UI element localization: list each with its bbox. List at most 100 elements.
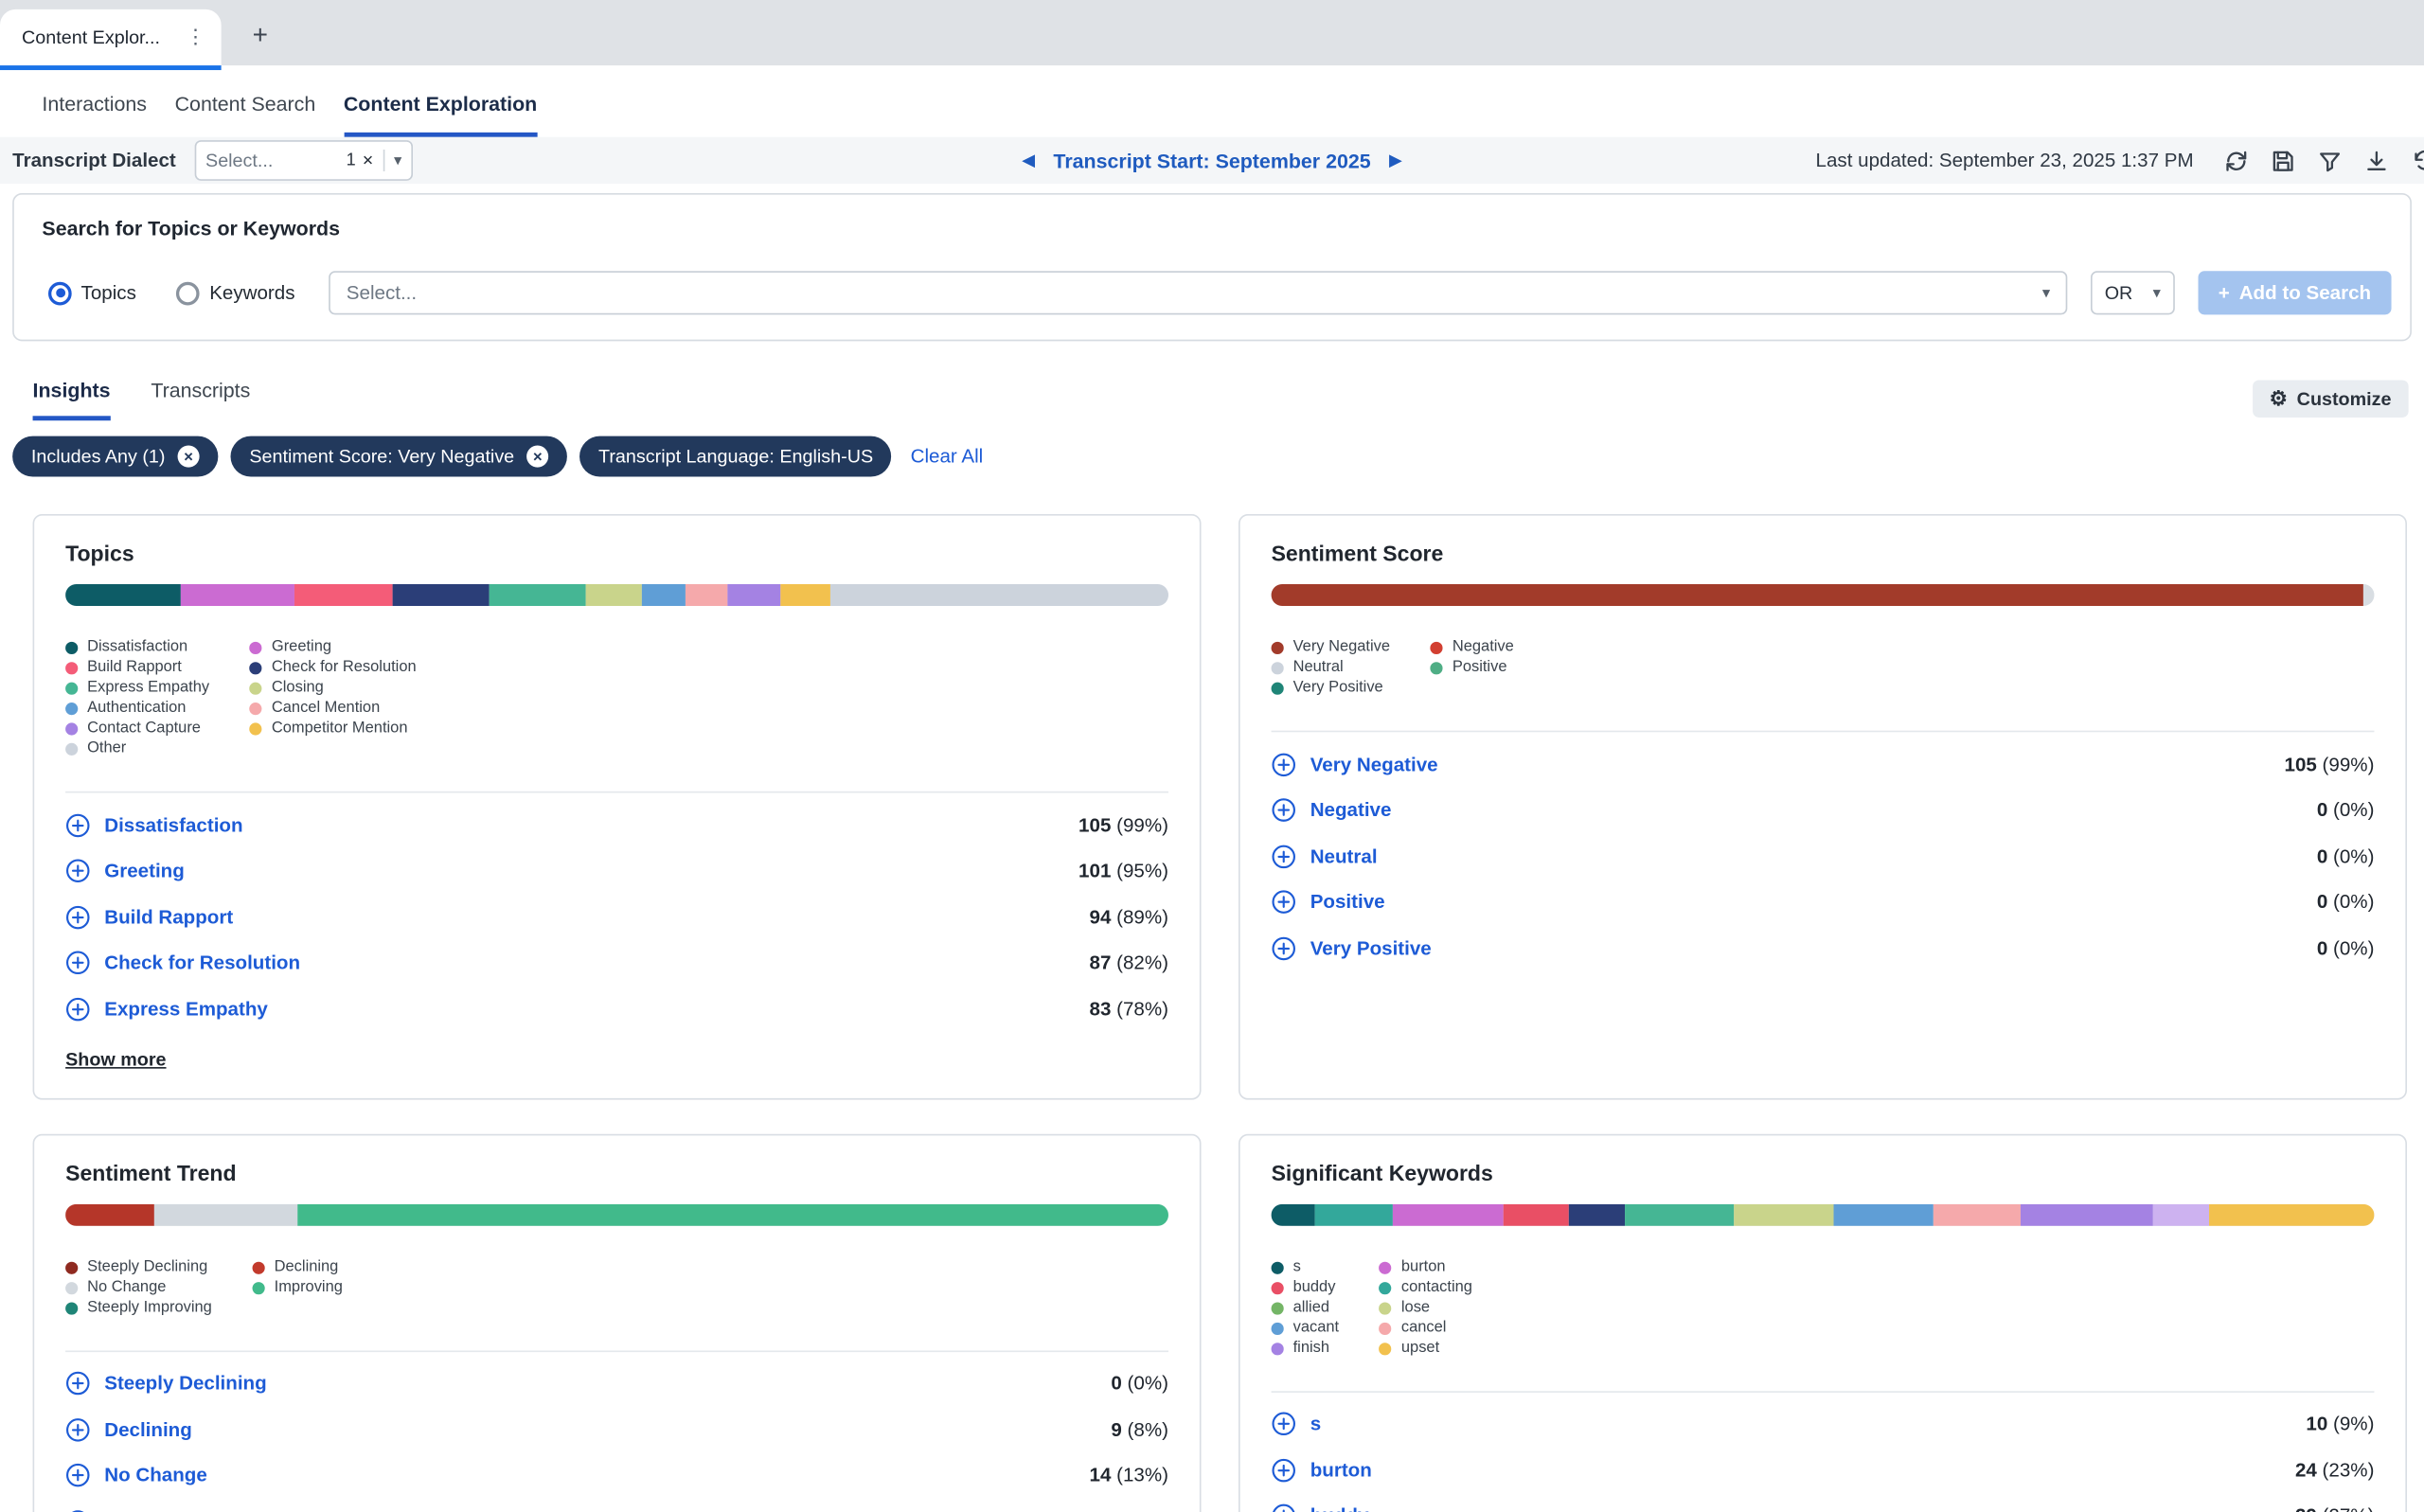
topics-radio-wrap: Topics	[48, 281, 161, 305]
prev-period-arrow[interactable]: ◀	[1023, 151, 1035, 169]
view-tabs-row: Insights Transcripts ⚙ Customize	[0, 341, 2424, 420]
expand-plus-icon[interactable]	[65, 951, 90, 975]
remove-filter-icon[interactable]: ✕	[526, 446, 548, 468]
legend-dot	[1272, 1281, 1284, 1293]
metric-link[interactable]: s	[1310, 1414, 1321, 1435]
metric-link[interactable]: Build Rapport	[104, 906, 233, 928]
expand-plus-icon[interactable]	[1272, 844, 1296, 868]
divider	[383, 150, 385, 171]
refresh-icon[interactable]	[2216, 140, 2256, 181]
bar-segment	[153, 1203, 296, 1225]
filter-icon[interactable]	[2308, 140, 2349, 181]
legend-item: Check for Resolution	[250, 661, 417, 676]
customize-button[interactable]: ⚙ Customize	[2253, 380, 2409, 417]
filter-pill-label: Includes Any (1)	[31, 446, 166, 468]
show-more-link[interactable]: Show more	[65, 1047, 166, 1069]
expand-plus-icon[interactable]	[65, 859, 90, 883]
tab-content-search[interactable]: Content Search	[175, 72, 316, 137]
legend-item: vacant	[1272, 1320, 1340, 1335]
transcript-period-label[interactable]: Transcript Start: September 2025	[1053, 149, 1370, 172]
metric-link[interactable]: No Change	[104, 1465, 207, 1486]
metric-link[interactable]: Steeply Declining	[104, 1373, 266, 1395]
metric-value: 29 (27%)	[2295, 1505, 2374, 1512]
expand-plus-icon[interactable]	[65, 997, 90, 1022]
metric-link[interactable]: Dissatisfaction	[104, 814, 242, 836]
legend-label: finish	[1293, 1341, 1329, 1356]
legend-dot	[253, 1281, 265, 1293]
legend-column: GreetingCheck for ResolutionClosingCance…	[250, 640, 417, 756]
clear-count-icon[interactable]: ✕	[362, 151, 373, 169]
tab-insights[interactable]: Insights	[33, 379, 111, 420]
dialect-count-chip[interactable]: 1 ✕	[347, 151, 374, 170]
filter-pill[interactable]: Sentiment Score: Very Negative✕	[231, 436, 568, 477]
bar-segment	[2022, 1203, 2154, 1225]
new-tab-button[interactable]: +	[240, 15, 280, 56]
bar-segment	[65, 1203, 153, 1225]
filter-pill[interactable]: Transcript Language: English-US	[579, 436, 892, 477]
topics-radio[interactable]	[48, 281, 72, 305]
metric-link[interactable]: Positive	[1310, 892, 1385, 914]
save-icon[interactable]	[2262, 140, 2303, 181]
expand-plus-icon[interactable]	[1272, 935, 1296, 960]
tab-content-exploration[interactable]: Content Exploration	[344, 72, 537, 137]
next-period-arrow[interactable]: ▶	[1389, 151, 1401, 169]
legend-dot	[1380, 1302, 1392, 1314]
filter-pill-label: Transcript Language: English-US	[598, 446, 873, 468]
metric-link[interactable]: Negative	[1310, 799, 1392, 821]
reset-icon[interactable]	[2402, 140, 2424, 181]
expand-plus-icon[interactable]	[65, 1371, 90, 1396]
transcript-period-nav: ◀ Transcript Start: September 2025 ▶	[1023, 149, 1401, 172]
expand-plus-icon[interactable]	[1272, 1412, 1296, 1436]
add-to-search-button[interactable]: + Add to Search	[2198, 271, 2391, 314]
metric-value: 0 (0%)	[2317, 937, 2375, 959]
metric-link[interactable]: Neutral	[1310, 845, 1378, 867]
metric-link[interactable]: burton	[1310, 1459, 1372, 1481]
kebab-menu-icon[interactable]: ⋮	[183, 25, 209, 49]
bar-segment	[393, 584, 489, 606]
legend-item: Negative	[1431, 640, 1514, 655]
expand-plus-icon[interactable]	[1272, 752, 1296, 776]
bar-segment	[294, 584, 393, 606]
expand-plus-icon[interactable]	[65, 1463, 90, 1487]
app-window: Content Explor... ⋮ + Interactions Conte…	[0, 0, 2424, 1512]
legend-item: Declining	[253, 1259, 343, 1274]
legend-dot	[65, 1261, 78, 1273]
transcript-dialect-select[interactable]: Select... 1 ✕ ▾	[195, 140, 413, 181]
expand-plus-icon[interactable]	[65, 812, 90, 837]
metric-row: Neutral0 (0%)	[1272, 833, 2375, 880]
plus-icon: +	[2219, 282, 2230, 304]
tab-transcripts[interactable]: Transcripts	[151, 379, 250, 420]
legend-dot	[250, 683, 262, 695]
download-icon[interactable]	[2356, 140, 2397, 181]
operator-select[interactable]: OR ▾	[2091, 271, 2175, 314]
metric-link[interactable]: Express Empathy	[104, 998, 268, 1020]
chevron-down-icon: ▾	[2042, 284, 2050, 301]
legend-label: Other	[87, 741, 126, 756]
expand-plus-icon[interactable]	[1272, 798, 1296, 823]
expand-plus-icon[interactable]	[1272, 1503, 1296, 1512]
legend-item: Build Rapport	[65, 661, 209, 676]
expand-plus-icon[interactable]	[1272, 1458, 1296, 1483]
metric-link[interactable]: Very Positive	[1310, 937, 1432, 959]
metric-link[interactable]: Check for Resolution	[104, 952, 300, 974]
browser-tab[interactable]: Content Explor... ⋮	[0, 9, 222, 65]
legend-item: allied	[1272, 1300, 1340, 1315]
metric-link[interactable]: Very Negative	[1310, 754, 1438, 775]
legend-dot	[65, 722, 78, 735]
metric-link[interactable]: Declining	[104, 1418, 192, 1440]
legend-label: No Change	[87, 1280, 166, 1295]
expand-plus-icon[interactable]	[65, 1417, 90, 1442]
metric-link[interactable]: buddy	[1310, 1505, 1369, 1512]
tab-interactions[interactable]: Interactions	[42, 72, 147, 137]
keywords-radio[interactable]	[177, 281, 201, 305]
legend-label: Improving	[275, 1280, 343, 1295]
filter-pill[interactable]: Includes Any (1) ✕	[12, 436, 218, 477]
clear-all-link[interactable]: Clear All	[911, 446, 984, 468]
metric-row: Positive0 (0%)	[1272, 880, 2375, 926]
expand-plus-icon[interactable]	[1272, 890, 1296, 915]
expand-plus-icon[interactable]	[65, 905, 90, 930]
topic-select[interactable]: Select... ▾	[330, 271, 2068, 314]
remove-filter-icon[interactable]: ✕	[178, 446, 200, 468]
metric-link[interactable]: Greeting	[104, 861, 185, 882]
bar-segment	[65, 584, 181, 606]
